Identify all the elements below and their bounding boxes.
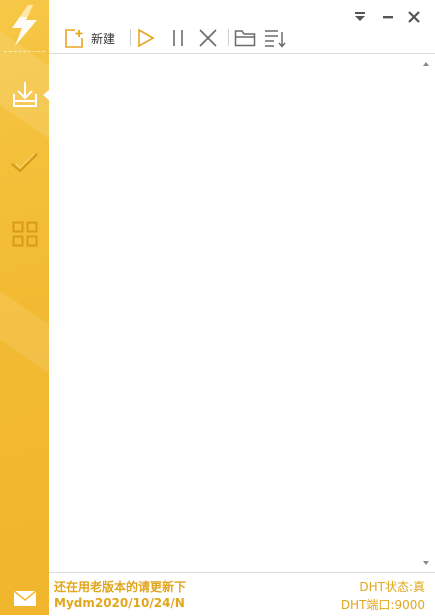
close-icon — [408, 11, 420, 23]
folder-icon — [234, 30, 256, 47]
play-icon — [138, 28, 155, 48]
download-icon — [12, 82, 37, 107]
version-text: Mydm2020/10/24/N — [54, 596, 185, 610]
sidebar — [0, 0, 49, 615]
nav-applications[interactable] — [0, 211, 49, 257]
status-bar: 还在用老版本的请更新下 Mydm2020/10/24/N DHT状态:真 DHT… — [49, 572, 435, 616]
toolbar-divider — [228, 29, 229, 46]
open-folder-button[interactable] — [234, 26, 256, 50]
pause-button[interactable] — [170, 26, 186, 50]
sort-list-icon — [265, 30, 286, 48]
sort-button[interactable] — [264, 26, 286, 50]
dropdown-menu-button[interactable] — [352, 9, 368, 25]
checkmark-icon — [10, 153, 38, 173]
delete-button[interactable] — [198, 26, 218, 50]
close-icon — [199, 29, 217, 47]
task-list[interactable] — [49, 53, 435, 573]
scroll-down-arrow[interactable] — [423, 561, 429, 565]
update-notice[interactable]: 还在用老版本的请更新下 — [54, 578, 186, 595]
dht-status: DHT状态:真 — [359, 580, 425, 594]
chevron-down-icon — [355, 12, 365, 21]
new-task-button[interactable]: 新建 — [64, 26, 115, 50]
new-task-icon — [65, 29, 83, 48]
pause-icon — [173, 30, 183, 46]
toolbar-divider — [130, 29, 131, 46]
new-task-label: 新建 — [91, 31, 116, 46]
start-button[interactable] — [137, 26, 155, 50]
minimize-icon — [383, 16, 393, 19]
mail-button[interactable] — [12, 588, 38, 608]
nav-completed[interactable] — [0, 140, 49, 186]
dht-port: DHT端口:9000 — [340, 598, 425, 612]
grid-icon — [12, 221, 37, 247]
minimize-button[interactable] — [380, 9, 396, 25]
close-window-button[interactable] — [406, 9, 422, 25]
scroll-up-arrow[interactable] — [423, 62, 429, 66]
app-logo — [0, 0, 49, 50]
mail-icon — [13, 590, 37, 606]
nav-downloading[interactable] — [0, 72, 49, 118]
logo-divider — [4, 51, 45, 52]
lightning-icon — [12, 5, 37, 46]
